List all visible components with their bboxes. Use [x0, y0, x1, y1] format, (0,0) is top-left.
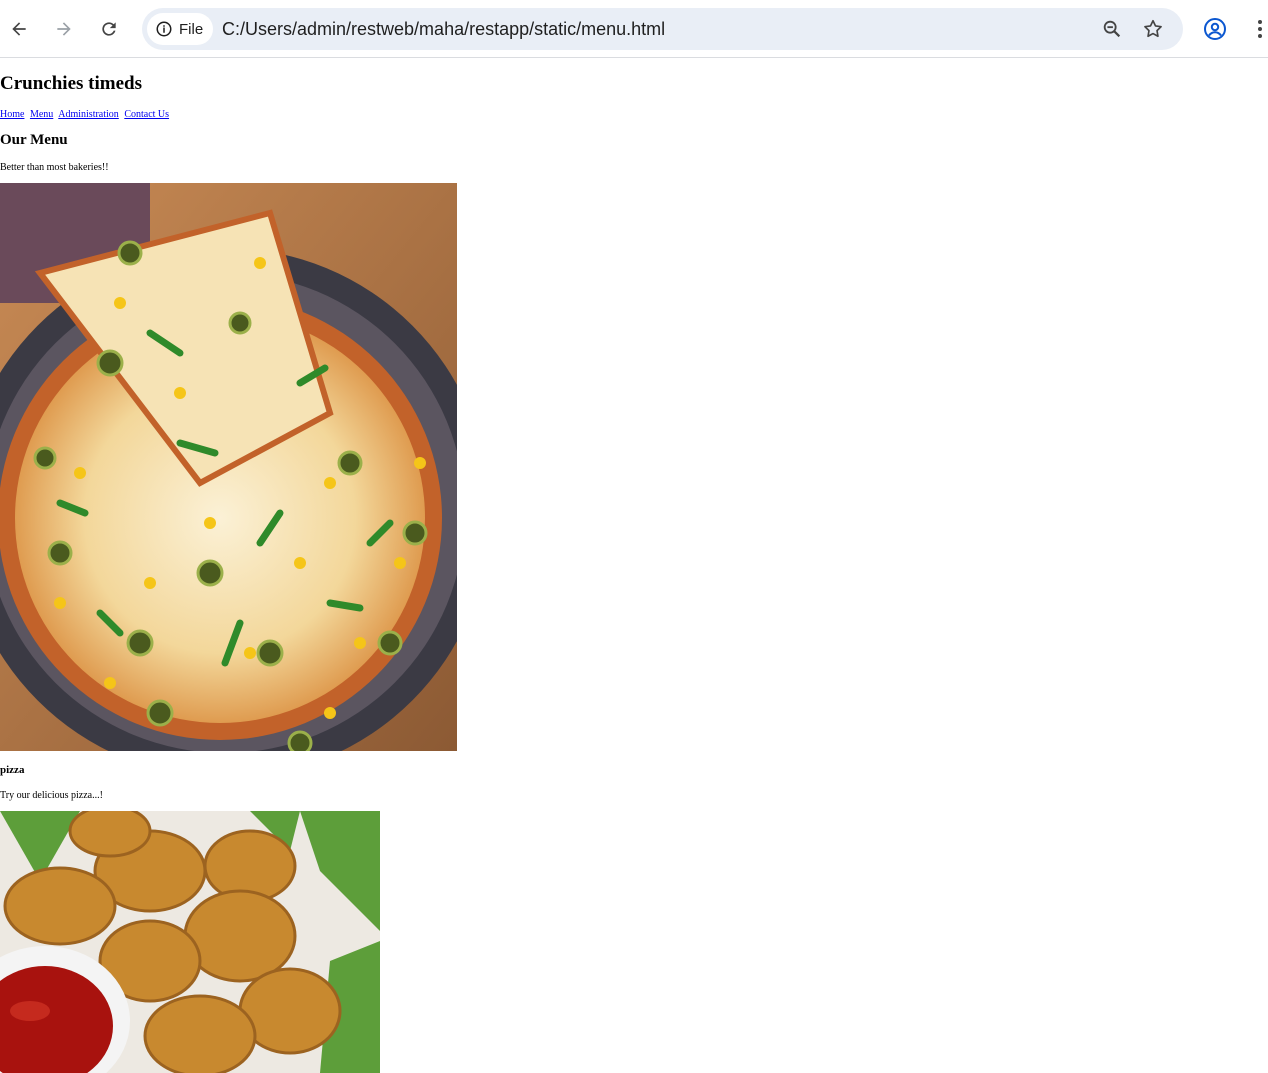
reload-icon	[102, 22, 116, 36]
file-chip-label: File	[179, 20, 204, 38]
url-text[interactable]: C:/Users/admin/restweb/maha/restapp/stat…	[222, 8, 665, 50]
zoom-out-icon	[1103, 20, 1121, 38]
profile-icon	[1204, 18, 1226, 40]
menu-item-description: Try our delicious pizza...!	[0, 790, 103, 801]
address-bar[interactable]: File C:/Users/admin/restweb/maha/restapp…	[142, 8, 1183, 50]
zoom-button[interactable]	[1100, 17, 1124, 41]
site-title: Crunchies timeds	[0, 73, 142, 94]
more-menu-icon	[1258, 20, 1262, 38]
menu-heading: Our Menu	[0, 132, 68, 148]
bookmark-button[interactable]	[1141, 17, 1165, 41]
page-content: Crunchies timeds Home Menu Administratio…	[0, 59, 1268, 1073]
nav-link-home[interactable]: Home	[0, 109, 24, 120]
back-button[interactable]	[2, 12, 36, 46]
chicken-nuggets-image	[0, 811, 380, 1073]
reload-button[interactable]	[92, 12, 126, 46]
profile-button[interactable]	[1200, 14, 1230, 44]
site-nav: Home Menu Administration Contact Us	[0, 109, 172, 120]
menu-tagline: Better than most bakeries!!	[0, 162, 109, 173]
info-icon	[156, 21, 172, 37]
nav-link-menu[interactable]: Menu	[30, 109, 53, 120]
site-info-chip[interactable]: File	[147, 13, 214, 45]
nav-link-administration[interactable]: Administration	[58, 109, 119, 120]
back-icon	[12, 22, 26, 36]
menu-item-name: pizza	[0, 764, 25, 776]
more-menu-button[interactable]	[1245, 14, 1268, 44]
browser-toolbar: File C:/Users/admin/restweb/maha/restapp…	[0, 0, 1268, 58]
star-icon	[1144, 19, 1162, 38]
pizza-image	[0, 183, 457, 751]
forward-icon	[57, 22, 71, 36]
forward-button[interactable]	[47, 12, 81, 46]
nav-link-contact-us[interactable]: Contact Us	[124, 109, 169, 120]
